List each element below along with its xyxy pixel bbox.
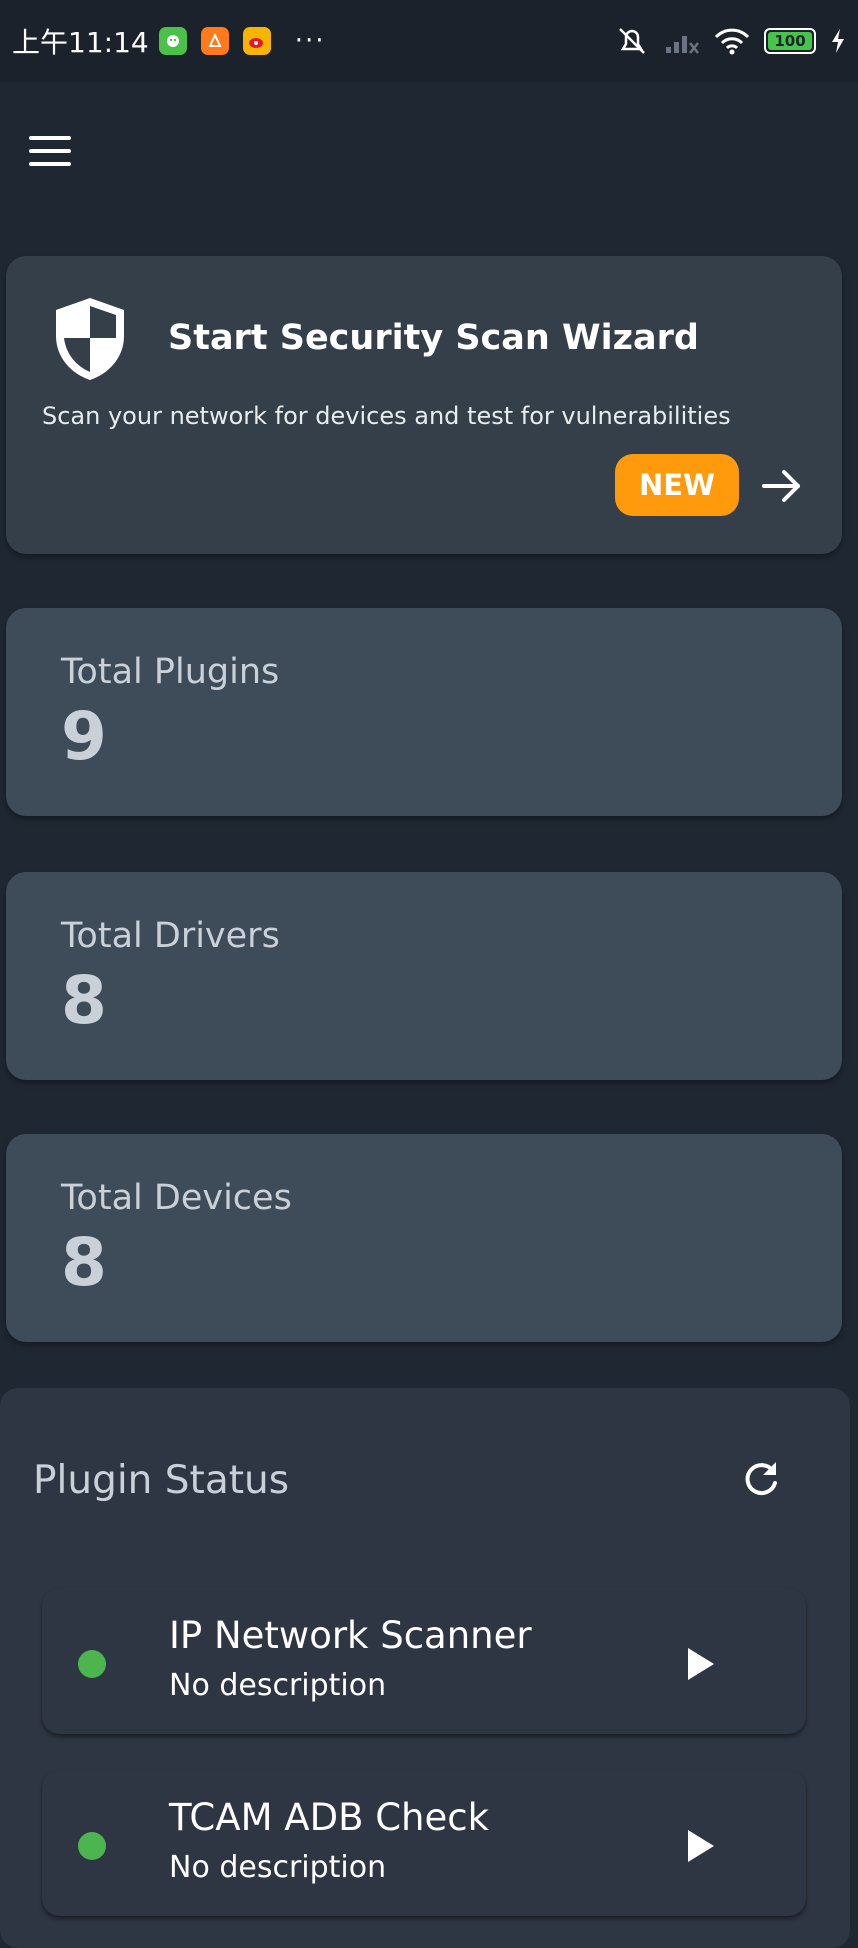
plugin-item[interactable]: TCAM ADB Check No description	[42, 1770, 806, 1916]
play-icon[interactable]	[680, 1644, 720, 1684]
stat-card-plugins: Total Plugins 9	[6, 608, 842, 816]
status-bar: 上午11:14 ··· 100	[0, 0, 858, 82]
plugin-description: No description	[169, 1850, 387, 1885]
stat-value: 9	[61, 698, 107, 775]
plugin-description: No description	[169, 1668, 387, 1703]
charging-bolt-icon	[832, 29, 844, 53]
stat-label: Total Devices	[61, 1178, 292, 1218]
refresh-icon[interactable]	[738, 1456, 784, 1502]
arrow-right-icon[interactable]	[760, 466, 804, 506]
security-scan-wizard-card[interactable]: Start Security Scan Wizard Scan your net…	[6, 256, 842, 554]
weibo-icon	[242, 27, 271, 55]
stat-value: 8	[61, 962, 107, 1039]
play-icon[interactable]	[680, 1826, 720, 1866]
shield-icon	[56, 298, 124, 380]
plugin-status-indicator	[78, 1832, 106, 1860]
silent-bell-icon	[619, 28, 645, 54]
clock: 上午11:14	[12, 26, 149, 59]
plugin-status-indicator	[78, 1650, 106, 1678]
stat-value: 8	[61, 1224, 107, 1301]
menu-icon-line	[29, 162, 71, 166]
cellular-signal-icon	[666, 36, 699, 54]
plugin-status-title: Plugin Status	[33, 1458, 290, 1503]
wifi-icon	[714, 28, 750, 55]
battery-level: 100	[768, 32, 812, 50]
wechat-like-app-icon	[158, 27, 187, 55]
stat-label: Total Plugins	[61, 652, 280, 692]
wizard-description: Scan your network for devices and test f…	[42, 402, 731, 430]
orange-app-icon	[200, 27, 229, 55]
stat-card-devices: Total Devices 8	[6, 1134, 842, 1342]
stat-card-drivers: Total Drivers 8	[6, 872, 842, 1080]
menu-icon-line	[29, 149, 71, 153]
battery-indicator: 100	[764, 28, 816, 54]
new-badge: NEW	[615, 454, 739, 516]
more-notifications-indicator: ···	[294, 26, 326, 56]
plugin-name: IP Network Scanner	[169, 1614, 532, 1657]
plugin-item[interactable]: IP Network Scanner No description	[42, 1588, 806, 1734]
plugin-status-panel: Plugin Status IP Network Scanner No desc…	[0, 1388, 850, 1948]
stat-label: Total Drivers	[61, 916, 280, 956]
menu-button[interactable]	[26, 136, 74, 176]
menu-icon-line	[29, 136, 71, 140]
wizard-title: Start Security Scan Wizard	[168, 318, 699, 358]
plugin-name: TCAM ADB Check	[169, 1796, 490, 1839]
